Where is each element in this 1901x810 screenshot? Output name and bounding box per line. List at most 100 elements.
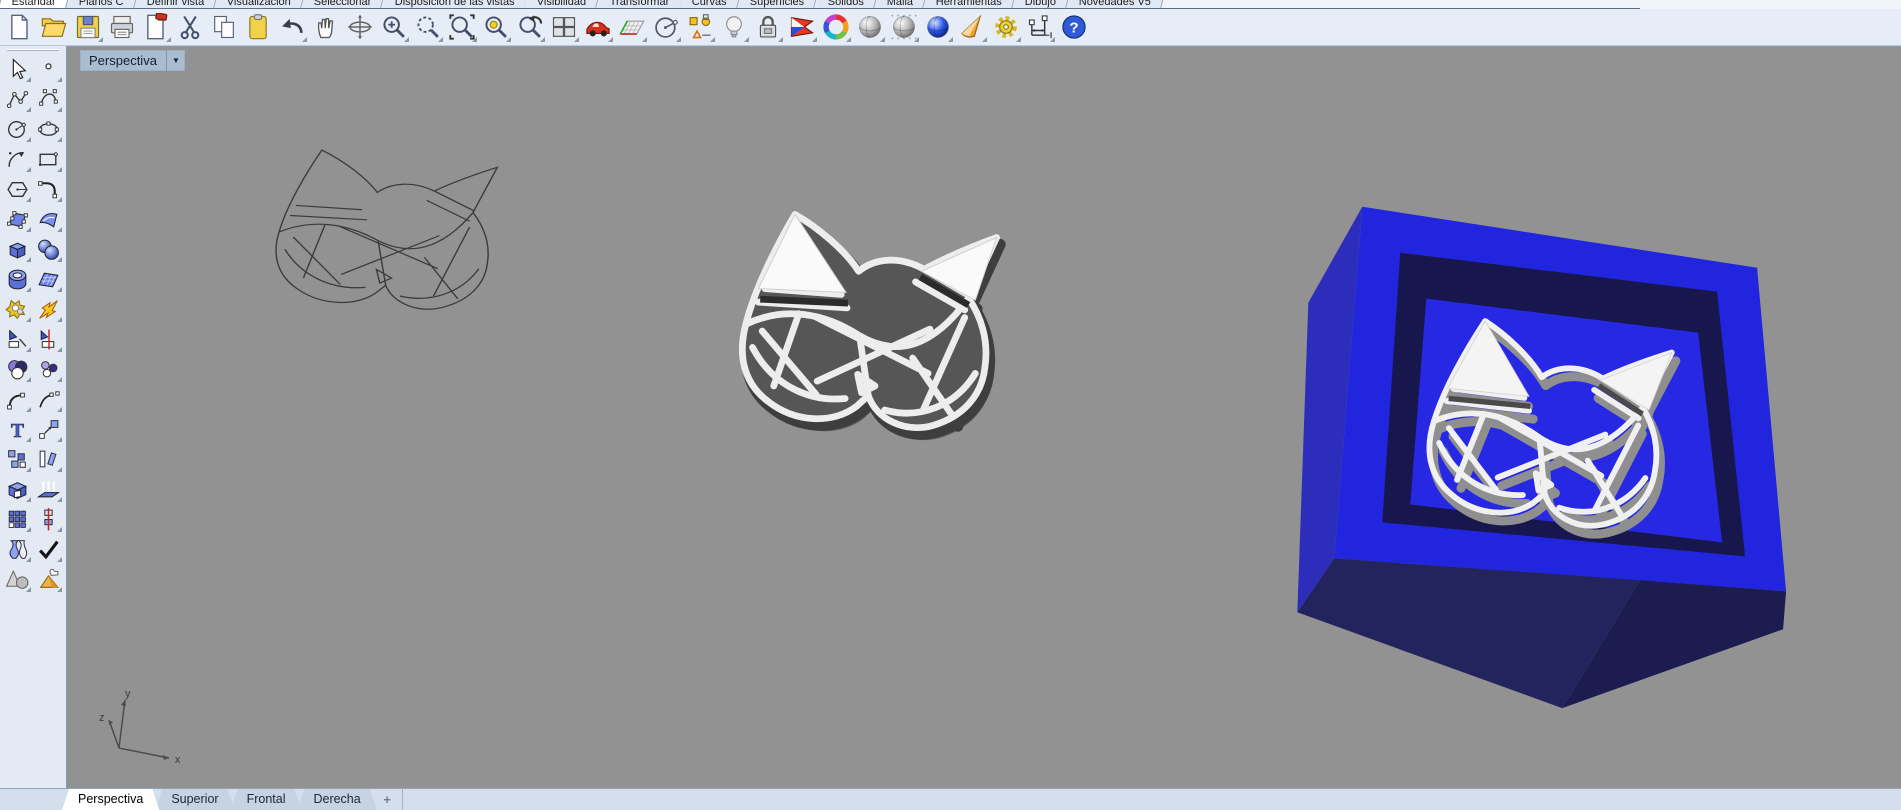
polyline-icon (6, 90, 29, 108)
cat-curves-wireframe[interactable] (275, 149, 499, 310)
arc-button[interactable] (2, 144, 33, 174)
curve-corner-button[interactable] (33, 174, 64, 204)
fillet-arc-button[interactable] (2, 384, 33, 414)
zoom-window-button[interactable] (411, 11, 445, 44)
fillet-arc-icon (7, 392, 25, 409)
cplane-grid-button[interactable] (615, 11, 649, 44)
extrude-up-arrows-button[interactable] (33, 474, 64, 504)
sidebar-gripper[interactable] (7, 49, 59, 51)
puzzle-gears-button[interactable] (2, 294, 33, 324)
viewport-title-label[interactable]: Perspectiva (80, 50, 166, 71)
viewport-tab-perspectiva[interactable]: Perspectiva (62, 789, 159, 810)
new-document-button[interactable] (3, 11, 37, 44)
viewport-grid-button[interactable] (547, 11, 581, 44)
control-point-curve-button[interactable] (33, 84, 64, 114)
ellipse-icon (38, 121, 59, 136)
check-mark-button[interactable] (33, 534, 64, 564)
gray-solids-button[interactable] (2, 564, 33, 594)
copy-pages-button[interactable] (207, 11, 241, 44)
solid-box-button[interactable] (2, 234, 33, 264)
cat-cutter-solid[interactable] (742, 214, 1003, 441)
pyramid-hand-button[interactable] (33, 564, 64, 594)
axis-x-label: x (175, 754, 181, 766)
surface-patch-icon (39, 212, 58, 228)
circles-trio-large-button[interactable] (2, 354, 33, 384)
menu-tab-label: Seleccionar (313, 0, 372, 8)
polyline-button[interactable] (2, 84, 33, 114)
light-bulb-button[interactable] (717, 11, 751, 44)
printer-button[interactable] (105, 11, 139, 44)
lock-button[interactable] (751, 11, 785, 44)
zoom-undo-button[interactable] (513, 11, 547, 44)
dimension-button[interactable] (1023, 11, 1057, 44)
solid-box-face-button[interactable] (2, 474, 33, 504)
paste-clipboard-button[interactable] (241, 11, 275, 44)
viewport-tab-superior[interactable]: Superior (155, 789, 234, 810)
ellipse-button[interactable] (33, 114, 64, 144)
rotate-view-button[interactable] (343, 11, 377, 44)
zoom-dynamic-button[interactable] (377, 11, 411, 44)
standard-toolbar: ? (0, 9, 1901, 46)
explode-burst-button[interactable] (33, 294, 64, 324)
trim-shapes-button[interactable] (2, 324, 33, 354)
pan-hand-button[interactable] (309, 11, 343, 44)
export-notes-button[interactable] (139, 11, 173, 44)
extend-arc-button[interactable] (33, 384, 64, 414)
circles-trio-small-button[interactable] (33, 354, 64, 384)
text-tool-icon: T (11, 419, 25, 441)
undo-arrow-button[interactable] (275, 11, 309, 44)
group-squares-button[interactable] (2, 444, 33, 474)
surface-patch-button[interactable] (33, 204, 64, 234)
orange-cone-button[interactable] (955, 11, 989, 44)
axis-gizmo: x y z (99, 688, 181, 766)
zoom-extents-button[interactable] (445, 11, 479, 44)
pennant-flag-icon (790, 16, 814, 38)
rectangle-button[interactable] (33, 144, 64, 174)
cut-scissors-button[interactable] (173, 11, 207, 44)
distribute-bars-icon (39, 450, 57, 467)
viewport-title[interactable]: Perspectiva ▼ (80, 50, 185, 71)
save-floppy-button[interactable] (71, 11, 105, 44)
point-icon (45, 62, 52, 70)
pennant-flag-button[interactable] (785, 11, 819, 44)
viewport-menu-dropdown-icon[interactable]: ▼ (167, 50, 185, 71)
polygon-button[interactable] (2, 174, 33, 204)
menu-tab-label: Herramientas (935, 0, 1002, 8)
circles-trio-large-icon (8, 359, 28, 379)
question-help-button[interactable]: ? (1057, 11, 1091, 44)
red-car-button[interactable] (581, 11, 615, 44)
zoom-selected-button[interactable] (479, 11, 513, 44)
perspective-viewport[interactable]: x y z Perspectiva ▼ (66, 46, 1901, 788)
object-snap-button[interactable] (683, 11, 717, 44)
open-folder-button[interactable] (37, 11, 71, 44)
array-line-red-icon (44, 507, 53, 530)
text-tool-button[interactable]: T (2, 414, 33, 444)
viewport-tab-frontal[interactable]: Frontal (231, 789, 302, 810)
viewport-tab-derecha[interactable]: Derecha (297, 789, 376, 810)
blue-sphere-button[interactable] (921, 11, 955, 44)
scale-arrow-button[interactable] (33, 414, 64, 444)
circle-radius-button[interactable] (649, 11, 683, 44)
array-line-red-button[interactable] (33, 504, 64, 534)
gear-button[interactable] (989, 11, 1023, 44)
viewport-canvas[interactable]: x y z (67, 47, 1901, 788)
distribute-bars-button[interactable] (33, 444, 64, 474)
surface-grid-button[interactable] (33, 264, 64, 294)
solid-tube-button[interactable] (2, 264, 33, 294)
loft-shapes-button[interactable] (2, 534, 33, 564)
light-bulb-icon (726, 16, 742, 38)
circle-center-button[interactable] (2, 114, 33, 144)
surface-control-points-button[interactable] (2, 204, 33, 234)
split-shapes-button[interactable] (33, 324, 64, 354)
color-wheel-button[interactable] (819, 11, 853, 44)
cat-cutter-mold-box[interactable] (1297, 206, 1787, 709)
point-button[interactable] (33, 54, 64, 84)
add-viewport-tab-button[interactable]: + (373, 789, 403, 810)
check-mark-icon (39, 540, 59, 559)
dotted-sphere-button[interactable] (887, 11, 921, 44)
gray-sphere-button[interactable] (853, 11, 887, 44)
pointer-arrow-button[interactable] (2, 54, 33, 84)
solid-spheres-button[interactable] (33, 234, 64, 264)
lock-icon (759, 15, 777, 38)
array-grid-button[interactable] (2, 504, 33, 534)
